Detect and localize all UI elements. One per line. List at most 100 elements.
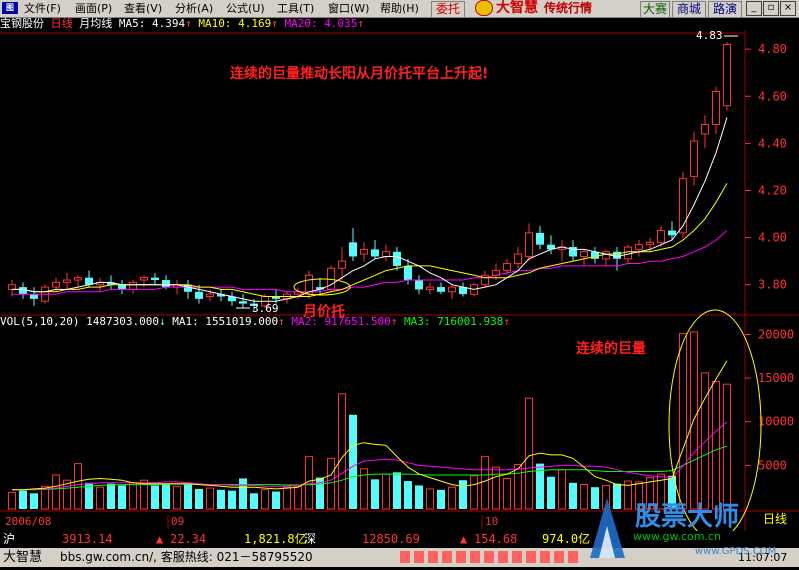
- ma5-up-icon: ↑: [185, 17, 192, 30]
- watermark-url: www.gw.com.cn: [633, 530, 721, 543]
- close-button[interactable]: ×: [780, 1, 796, 16]
- menu-window[interactable]: 窗口(W): [328, 2, 369, 15]
- candle-body: [536, 232, 544, 245]
- volume-bar: [481, 456, 489, 510]
- volume-bar: [382, 473, 390, 510]
- menu-view[interactable]: 查看(V): [124, 2, 162, 15]
- volume-bar: [569, 482, 577, 509]
- volume-bar: [426, 488, 434, 510]
- tab-roadshow[interactable]: 路演: [708, 1, 742, 18]
- menu-help[interactable]: 帮助(H): [380, 2, 419, 15]
- volume-bar: [448, 486, 456, 510]
- menu-tools[interactable]: 工具(T): [277, 2, 314, 15]
- volume-bar: [492, 466, 500, 510]
- candle-body: [514, 253, 522, 265]
- candle-body: [723, 43, 731, 107]
- date-label-sep: 09: [171, 515, 184, 528]
- sz-market-label: 深: [304, 532, 317, 546]
- platform-annotation: 月价托: [302, 303, 345, 320]
- menu-file[interactable]: 文件(F): [24, 2, 61, 15]
- volume-bar: [547, 476, 555, 509]
- tab-contest[interactable]: 大赛: [640, 1, 670, 18]
- volume-bar: [338, 393, 346, 510]
- indicator-label: 月均线: [79, 17, 113, 30]
- volume-bar: [74, 463, 82, 510]
- sh-up-icon: ▲: [156, 532, 164, 546]
- price-tick-label: 3.80: [758, 278, 787, 292]
- price-axis: 3.80 4.00 4.20 4.40 4.60 4.80: [745, 42, 787, 292]
- candle-body: [613, 251, 621, 259]
- volume-axis: 5000 10000 15000 20000: [745, 327, 794, 472]
- menu-view-screen[interactable]: 画面(P): [75, 2, 112, 15]
- volume-bar: [118, 485, 126, 509]
- watermark-brand: 股票大师: [635, 502, 740, 532]
- volume-bar: [525, 397, 533, 510]
- candle-body: [52, 281, 60, 288]
- candle-body: [701, 124, 709, 135]
- volume-bar: [470, 475, 478, 510]
- candle-body: [690, 140, 698, 177]
- candle-body: [635, 244, 643, 250]
- sz-change-value: 154.68: [474, 532, 518, 546]
- volume-bar: [8, 491, 16, 510]
- price-tick-label: 4.60: [758, 89, 787, 103]
- low-price-label: 3.69: [252, 302, 279, 315]
- candle-body: [8, 284, 16, 290]
- candle-body: [239, 301, 247, 304]
- watermark-tag: 日线: [763, 512, 788, 526]
- chart-area[interactable]: 3.80 4.00 4.20 4.40 4.60 4.80 5000 10000 15000 2…: [0, 31, 799, 531]
- candle-body: [646, 241, 654, 246]
- sh-index-value: 3913.14: [62, 532, 113, 546]
- volume-tick-label: 10000: [758, 415, 794, 429]
- volume-bar: [261, 489, 269, 510]
- weituo-button[interactable]: 委托: [431, 1, 465, 18]
- volume-bar: [107, 483, 115, 509]
- sz-amount-value: 974.0亿: [542, 532, 591, 546]
- high-price-label: 4.83: [696, 31, 723, 42]
- menu-analysis[interactable]: 分析(A): [175, 2, 213, 15]
- volume-bar: [327, 457, 335, 510]
- candle-body: [74, 277, 82, 281]
- candle-body: [404, 265, 412, 281]
- candle-body: [349, 242, 357, 257]
- volume-bar: [206, 487, 214, 510]
- ma10-line: [12, 183, 728, 297]
- candle-body: [668, 230, 676, 236]
- ma20-up-icon: ↑: [357, 17, 364, 30]
- volume-bar: [404, 481, 412, 509]
- status-app-name: 大智慧: [3, 550, 43, 565]
- main-annotation: 连续的巨量推动长阳从月价托平台上升起!: [230, 65, 488, 82]
- tab-mall[interactable]: 商城: [672, 1, 706, 18]
- candle-body: [371, 249, 379, 257]
- date-label-aug: 2006/08: [5, 515, 51, 528]
- volume-bar: [558, 469, 566, 510]
- volume-annotation: 连续的巨量: [576, 340, 646, 357]
- volume-bar: [129, 482, 137, 510]
- minimize-button[interactable]: _: [746, 1, 762, 16]
- volume-tick-label: 5000: [758, 458, 787, 472]
- volume-bar: [393, 472, 401, 509]
- price-tick-label: 4.00: [758, 231, 787, 245]
- period-label: 日线: [50, 17, 73, 30]
- volume-bar: [503, 477, 511, 510]
- candle-body: [151, 277, 159, 281]
- watermark-url-2: www.GPDS.COM: [695, 546, 777, 557]
- volume-bar: [294, 485, 302, 510]
- candle-body: [437, 287, 445, 292]
- candle-body: [525, 232, 533, 257]
- volume-tick-label: 15000: [758, 371, 794, 385]
- volume-bar: [96, 486, 104, 510]
- status-ticker-strip: [400, 551, 580, 563]
- candle-body: [140, 277, 148, 281]
- date-label-oct: 10: [485, 515, 498, 528]
- candle-body: [162, 280, 170, 288]
- candle-body: [657, 230, 665, 243]
- price-info-line: 宝钢股份 日线 月均线 MA5: 4.394↑ MA10: 4.169↑ MA2…: [0, 17, 364, 31]
- volume-bar: [217, 489, 225, 509]
- restore-button[interactable]: ▫: [763, 1, 779, 16]
- menu-formula[interactable]: 公式(U): [226, 2, 265, 15]
- candle-body: [448, 286, 456, 293]
- candle-body: [712, 91, 720, 126]
- candle-body: [206, 293, 214, 298]
- app-icon[interactable]: 图: [2, 2, 18, 14]
